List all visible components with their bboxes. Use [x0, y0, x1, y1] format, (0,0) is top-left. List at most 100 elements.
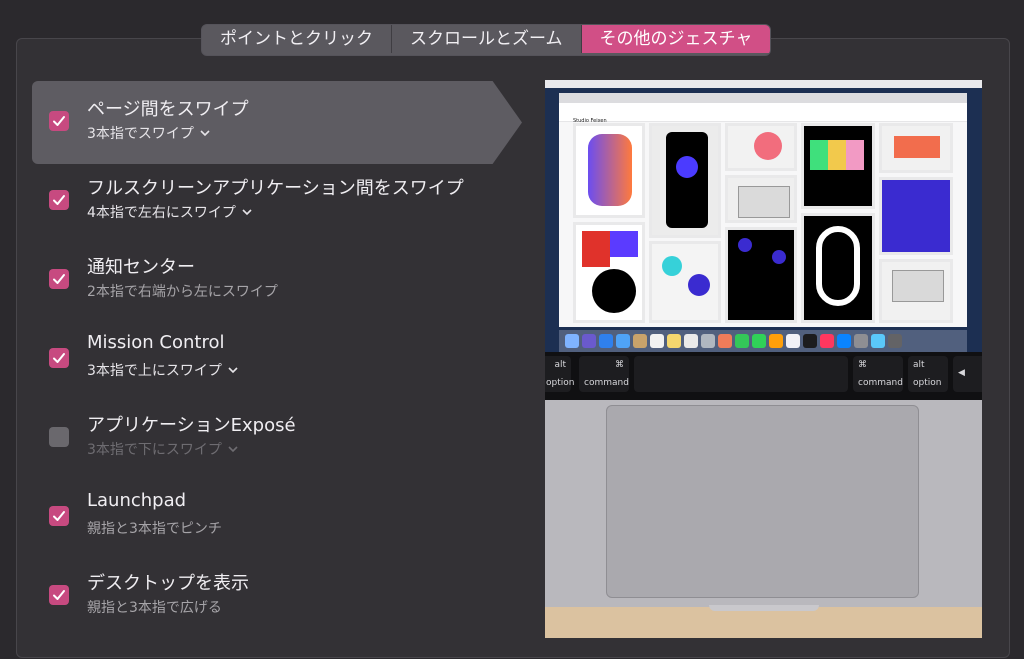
preview-trackpad	[606, 405, 919, 598]
checkbox-swipe-fullscreen-apps[interactable]	[49, 190, 69, 210]
dock-app-icon	[701, 334, 715, 348]
gesture-row-swipe-between-pages[interactable]: ページ間をスワイプ 3本指でスワイプ	[32, 81, 510, 161]
tab-bar: ポイントとクリック スクロールとズーム その他のジェスチャ	[201, 24, 772, 56]
gesture-description: 親指と3本指でピンチ	[87, 521, 222, 537]
preview-dock	[559, 330, 967, 352]
gesture-preview-video: Studio Feixen alt option ⌘ command ⌘ com…	[545, 80, 982, 638]
preview-menubar	[545, 80, 982, 88]
poster-card	[725, 227, 797, 323]
checkmark-icon	[53, 590, 65, 600]
gesture-option-dropdown: 3本指で下にスワイプ	[87, 439, 238, 459]
checkbox-app-expose[interactable]	[49, 427, 69, 447]
gesture-title: 通知センター	[87, 257, 195, 278]
dock-app-icon	[565, 334, 579, 348]
gesture-title: Mission Control	[87, 332, 225, 353]
dock-app-icon	[633, 334, 647, 348]
key-right-option: alt option	[908, 356, 948, 392]
gesture-option-label: 3本指で下にスワイプ	[87, 442, 222, 458]
checkbox-show-desktop[interactable]	[49, 585, 69, 605]
key-label: command	[858, 378, 903, 388]
checkmark-icon	[53, 274, 65, 284]
checkbox-notification-center[interactable]	[49, 269, 69, 289]
dock-app-icon	[667, 334, 681, 348]
gesture-option-dropdown[interactable]: 3本指でスワイプ	[87, 123, 210, 143]
preview-browser-toolbar	[559, 93, 967, 103]
checkmark-icon	[53, 511, 65, 521]
poster-card	[573, 222, 645, 323]
checkbox-swipe-between-pages[interactable]	[49, 111, 69, 131]
gesture-option-dropdown[interactable]: 4本指で左右にスワイプ	[87, 202, 252, 222]
gesture-description: 2本指で右端から左にスワイプ	[87, 284, 278, 300]
tab-point-and-click[interactable]: ポイントとクリック	[202, 25, 392, 53]
poster-card	[879, 259, 953, 323]
dock-app-icon	[837, 334, 851, 348]
poster-card	[879, 123, 953, 173]
poster-card	[725, 123, 797, 171]
key-space	[634, 356, 848, 392]
gesture-row-notification-center[interactable]: 通知センター 2本指で右端から左にスワイプ	[32, 239, 510, 319]
gesture-row-app-expose[interactable]: アプリケーションExposé 3本指で下にスワイプ	[32, 397, 510, 477]
poster-card	[801, 213, 875, 323]
checkmark-icon	[53, 116, 65, 126]
key-label: option	[913, 378, 942, 388]
key-right-command: ⌘ command	[853, 356, 903, 392]
preview-poster-grid	[573, 123, 953, 323]
preview-browser-window: Studio Feixen	[559, 93, 967, 327]
poster-card	[649, 123, 721, 238]
dock-app-icon	[752, 334, 766, 348]
gesture-description: 親指と3本指で広げる	[87, 600, 222, 616]
key-symbol: ⌘	[615, 360, 624, 370]
chevron-down-icon	[228, 367, 238, 374]
preview-desk-surface	[545, 607, 982, 638]
checkmark-icon	[53, 195, 65, 205]
dock-app-icon	[820, 334, 834, 348]
key-left-option: alt option	[545, 356, 575, 392]
key-label: alt	[554, 360, 566, 370]
preview-site-header: Studio Feixen	[559, 103, 967, 124]
gesture-option-label: 3本指で上にスワイプ	[87, 363, 222, 379]
gesture-title: Launchpad	[87, 490, 187, 511]
poster-card	[801, 123, 875, 209]
dock-app-icon	[769, 334, 783, 348]
dock-app-icon	[684, 334, 698, 348]
gesture-option-label: 3本指でスワイプ	[87, 126, 194, 142]
gesture-title: ページ間をスワイプ	[87, 99, 249, 120]
dock-app-icon	[871, 334, 885, 348]
chevron-down-icon	[200, 130, 210, 137]
poster-card	[649, 241, 721, 323]
poster-card	[725, 175, 797, 223]
key-label: option	[546, 378, 575, 388]
checkmark-icon	[53, 353, 65, 363]
gesture-option-label: 4本指で左右にスワイプ	[87, 205, 236, 221]
gesture-row-mission-control[interactable]: Mission Control 3本指で上にスワイプ	[32, 318, 510, 398]
gesture-title: デスクトップを表示	[87, 573, 249, 594]
preview-keyboard: alt option ⌘ command ⌘ command alt optio…	[545, 352, 982, 400]
key-label: command	[584, 378, 629, 388]
poster-card	[573, 123, 645, 218]
key-arrow-icon: ◀	[958, 368, 965, 378]
dock-app-icon	[718, 334, 732, 348]
gesture-option-dropdown[interactable]: 3本指で上にスワイプ	[87, 360, 238, 380]
dock-app-icon	[803, 334, 817, 348]
gesture-title: フルスクリーンアプリケーション間をスワイプ	[87, 178, 464, 199]
tab-more-gestures[interactable]: その他のジェスチャ	[581, 25, 771, 53]
checkbox-launchpad[interactable]	[49, 506, 69, 526]
gesture-row-swipe-fullscreen-apps[interactable]: フルスクリーンアプリケーション間をスワイプ 4本指で左右にスワイプ	[32, 160, 510, 240]
gesture-row-launchpad[interactable]: Launchpad 親指と3本指でピンチ	[32, 476, 510, 556]
dock-app-icon	[854, 334, 868, 348]
preview-laptop-screen: Studio Feixen	[545, 80, 982, 352]
dock-app-icon	[888, 334, 902, 348]
checkbox-mission-control[interactable]	[49, 348, 69, 368]
dock-app-icon	[582, 334, 596, 348]
dock-app-icon	[786, 334, 800, 348]
key-left-arrow: ◀	[953, 356, 982, 392]
gesture-row-show-desktop[interactable]: デスクトップを表示 親指と3本指で広げる	[32, 555, 510, 635]
key-label: alt	[913, 360, 925, 370]
dock-app-icon	[735, 334, 749, 348]
dock-app-icon	[616, 334, 630, 348]
tab-scroll-and-zoom[interactable]: スクロールとズーム	[392, 25, 582, 53]
gesture-title: アプリケーションExposé	[87, 415, 296, 436]
key-symbol: ⌘	[858, 360, 867, 370]
chevron-down-icon	[228, 446, 238, 453]
dock-app-icon	[650, 334, 664, 348]
